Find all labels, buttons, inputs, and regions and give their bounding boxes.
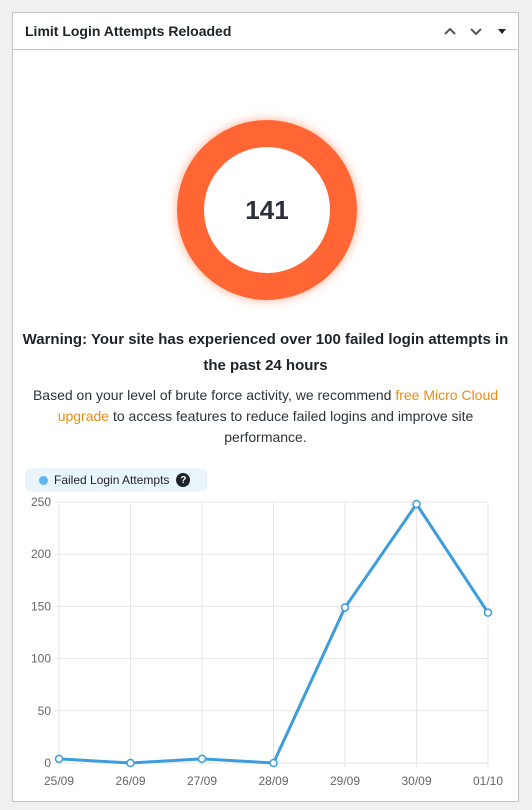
- widget-title: Limit Login Attempts Reloaded: [25, 23, 232, 39]
- data-point: [483, 608, 493, 617]
- recommendation-after: to access features to reduce failed logi…: [109, 408, 474, 445]
- y-tick-label: 150: [31, 599, 51, 613]
- move-down-button[interactable]: [464, 19, 488, 43]
- data-point: [412, 499, 421, 509]
- toggle-panel-button[interactable]: [490, 19, 514, 43]
- data-point: [269, 758, 278, 768]
- widget-body: 141 Warning: Your site has experienced o…: [13, 50, 518, 800]
- y-tick-label: 200: [31, 547, 51, 561]
- widget-controls: [438, 19, 514, 43]
- failed-attempts-count: 141: [245, 194, 289, 225]
- legend-label: Failed Login Attempts: [54, 473, 170, 487]
- failed-logins-chart: 05010015020025025/09 26/09 27/09 28/09 29/09…: [31, 495, 503, 788]
- warning-message: Warning: Your site has experienced over …: [22, 331, 509, 374]
- caret-down-icon: [498, 29, 506, 34]
- y-tick-label: 0: [44, 756, 51, 770]
- recommendation-before: Based on your level of brute force activ…: [32, 387, 396, 403]
- data-point: [54, 754, 64, 764]
- data-point: [340, 603, 350, 612]
- help-icon[interactable]: ?: [176, 473, 191, 487]
- y-tick-label: 250: [31, 495, 51, 509]
- recommendation-text: Based on your level of brute force activ…: [23, 385, 508, 448]
- chart-legend: Failed Login Attempts ?: [25, 468, 207, 492]
- failed-attempts-ring: 141: [177, 120, 357, 300]
- lla-dashboard-widget: Limit Login Attempts Reloaded 141 Warnin…: [12, 12, 519, 802]
- y-tick-label: 50: [38, 704, 52, 718]
- data-point: [126, 758, 135, 768]
- move-up-button[interactable]: [438, 19, 462, 43]
- chevron-down-icon: [470, 28, 482, 36]
- chevron-up-icon: [444, 27, 456, 35]
- y-tick-label: 100: [31, 652, 51, 666]
- data-point: [197, 754, 207, 764]
- legend-dot: [39, 475, 48, 485]
- widget-header: Limit Login Attempts Reloaded: [13, 13, 518, 50]
